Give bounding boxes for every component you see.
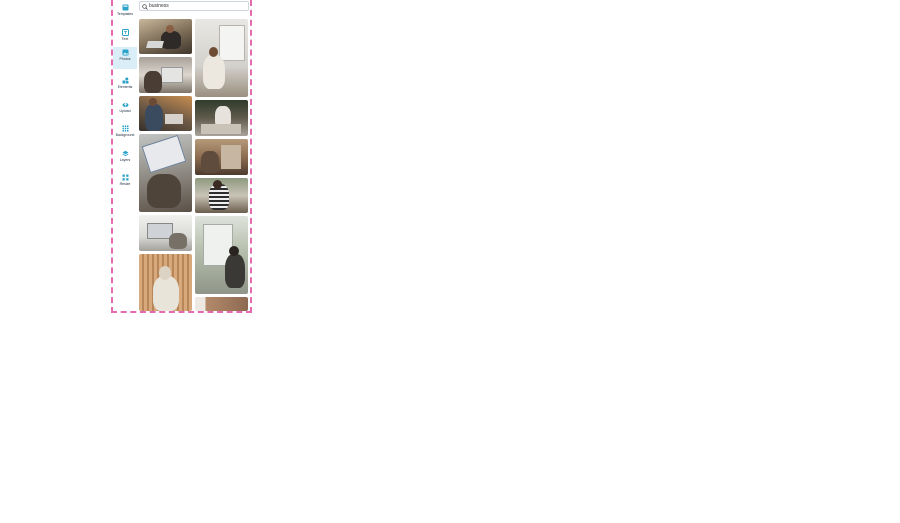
elements-icon	[122, 77, 128, 84]
sidebar-item-templates[interactable]: Templates	[113, 2, 137, 24]
resize-icon	[122, 174, 128, 181]
sidebar-item-label: Text	[121, 37, 129, 41]
photo-thumbnail[interactable]	[139, 57, 192, 93]
photo-thumbnail[interactable]	[139, 215, 192, 251]
sidebar-item-label: Templates	[117, 12, 133, 16]
sidebar-item-label: Upload	[119, 109, 131, 113]
sidebar-item-photos[interactable]: Photos	[113, 47, 137, 69]
sidebar-item-layers[interactable]: Layers	[113, 148, 137, 170]
photo-thumbnail[interactable]	[195, 216, 248, 294]
search-input[interactable]	[149, 2, 245, 10]
photos-icon	[122, 49, 128, 56]
sidebar-item-background[interactable]: Background	[113, 123, 137, 145]
photo-thumbnail[interactable]	[195, 297, 248, 311]
photo-thumbnail[interactable]	[139, 96, 192, 131]
sidebar: Templates Text Photos Elements Upload Ba…	[113, 0, 137, 311]
search-icon	[142, 3, 148, 10]
templates-icon	[122, 4, 128, 11]
photo-thumbnail[interactable]	[195, 19, 248, 97]
sidebar-item-text[interactable]: Text	[113, 27, 137, 49]
sidebar-item-upload[interactable]: Upload	[113, 99, 137, 121]
photo-thumbnail[interactable]	[195, 100, 248, 136]
sidebar-item-label: Layers	[119, 158, 131, 162]
layers-icon	[122, 150, 128, 157]
sidebar-item-label: Photos	[119, 57, 131, 61]
editor-panel: Templates Text Photos Elements Upload Ba…	[111, 0, 252, 313]
upload-icon	[122, 102, 128, 107]
photo-thumbnail[interactable]	[139, 254, 192, 311]
sidebar-item-label: Resize	[119, 182, 131, 186]
sidebar-item-label: Elements	[117, 85, 133, 89]
photo-thumbnail[interactable]	[195, 178, 248, 213]
background-icon	[122, 125, 128, 132]
sidebar-item-resize[interactable]: Resize	[113, 172, 137, 194]
sidebar-item-label: Background	[115, 133, 135, 137]
sidebar-item-elements[interactable]: Elements	[113, 75, 137, 97]
photo-thumbnail[interactable]	[195, 139, 248, 175]
search-box[interactable]	[139, 1, 249, 11]
photo-thumbnail[interactable]	[139, 134, 192, 212]
photo-thumbnail[interactable]	[139, 19, 192, 54]
text-icon	[121, 29, 129, 36]
